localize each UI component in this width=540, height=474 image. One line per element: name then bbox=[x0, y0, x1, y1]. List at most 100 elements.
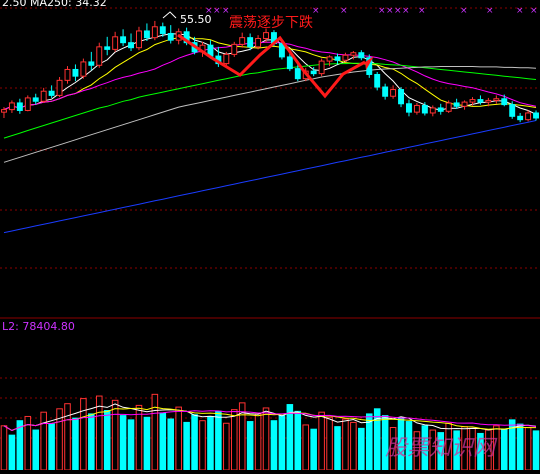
volume-bar bbox=[350, 421, 357, 471]
signal-marker-icon: × bbox=[312, 6, 320, 16]
volume-bar bbox=[294, 410, 302, 471]
volume-bar bbox=[32, 429, 40, 471]
candle-body bbox=[247, 37, 254, 48]
candle-body bbox=[421, 104, 428, 114]
candle-body bbox=[390, 89, 397, 97]
candle-body bbox=[334, 56, 341, 61]
candle-body bbox=[509, 104, 516, 117]
candle-body bbox=[159, 26, 166, 34]
signal-marker-icon: × bbox=[205, 6, 213, 16]
candle-body bbox=[294, 68, 301, 80]
volume-bar bbox=[88, 413, 95, 471]
signal-marker-icon: × bbox=[530, 6, 538, 16]
candle-body bbox=[485, 99, 492, 103]
stock-chart: 2.50 MA250: 34.32 55.50 震荡逐步下跌 × × × × × × × × ×… bbox=[0, 0, 540, 471]
candle-body bbox=[24, 97, 31, 111]
signal-marker-icon: × bbox=[402, 6, 410, 16]
candle-body bbox=[231, 43, 238, 55]
candle-body bbox=[453, 102, 460, 107]
candle bbox=[398, 87, 404, 108]
candle bbox=[231, 41, 238, 57]
volume-bar bbox=[183, 421, 190, 471]
volume-bar bbox=[246, 421, 254, 471]
candle-body bbox=[477, 99, 484, 103]
volume-bar bbox=[191, 414, 198, 471]
volume-bar bbox=[80, 398, 87, 471]
candle-body bbox=[413, 104, 420, 113]
signal-marker-icon: × bbox=[486, 6, 494, 16]
candle-body bbox=[88, 61, 95, 66]
candle-body bbox=[445, 102, 452, 112]
signal-marker-icon: × bbox=[460, 6, 468, 16]
candle-body bbox=[517, 115, 524, 121]
volume-bar bbox=[135, 404, 143, 471]
volume-bar bbox=[223, 422, 230, 471]
candle-body bbox=[382, 86, 389, 97]
candle-body bbox=[40, 90, 47, 102]
signal-marker-icon: × bbox=[386, 6, 394, 16]
volume-bar bbox=[254, 413, 262, 471]
candle-body bbox=[525, 112, 532, 121]
signal-marker-icon: × bbox=[222, 6, 230, 16]
candle-body bbox=[429, 107, 436, 114]
volume-bar bbox=[262, 407, 270, 471]
volume-bar bbox=[516, 423, 524, 471]
volume-bar bbox=[532, 430, 540, 471]
volume-bar bbox=[302, 424, 310, 471]
candle-body bbox=[493, 98, 500, 101]
candle-body bbox=[263, 32, 269, 39]
candle-body bbox=[358, 52, 365, 59]
candle-body bbox=[56, 79, 63, 96]
candle-body bbox=[151, 26, 158, 39]
candle-body bbox=[469, 99, 476, 103]
volume-bar bbox=[278, 415, 286, 471]
candle-body bbox=[80, 61, 87, 77]
candle-body bbox=[96, 46, 103, 66]
candle-body bbox=[533, 112, 539, 119]
candle-body bbox=[239, 37, 246, 45]
volume-bar bbox=[167, 418, 175, 471]
candle-body bbox=[128, 42, 134, 49]
candle-body bbox=[501, 98, 508, 106]
candle-body bbox=[8, 102, 15, 111]
volume-bar bbox=[40, 411, 47, 471]
candle bbox=[96, 42, 103, 68]
candle-body bbox=[104, 46, 111, 50]
candle-body bbox=[406, 103, 412, 113]
volume-bar bbox=[151, 393, 159, 471]
candle bbox=[80, 58, 87, 79]
volume-bar bbox=[342, 418, 349, 471]
signal-marker-icon: × bbox=[213, 6, 221, 16]
candle bbox=[318, 58, 325, 77]
volume-bar bbox=[207, 415, 214, 471]
volume-bar bbox=[175, 406, 182, 471]
candle-body bbox=[32, 97, 39, 102]
candle-body bbox=[167, 32, 174, 41]
candle-body bbox=[143, 30, 150, 39]
volume-bar bbox=[230, 409, 238, 471]
volume-bar bbox=[358, 427, 365, 471]
candle-body bbox=[48, 90, 55, 96]
ma250-label: MA250: 34.32 bbox=[30, 0, 107, 9]
candle-body bbox=[136, 30, 142, 49]
volume-bar bbox=[215, 410, 222, 471]
candle-body bbox=[255, 37, 262, 48]
candle-body bbox=[64, 68, 71, 81]
volume-bar bbox=[103, 410, 111, 471]
signal-marker-icon: × bbox=[516, 6, 524, 16]
candle-body bbox=[72, 68, 79, 77]
signal-marker-icon: × bbox=[378, 6, 386, 16]
candle-body bbox=[16, 102, 23, 111]
volume-bar bbox=[64, 403, 71, 471]
volume-bar bbox=[143, 416, 151, 471]
volume-bar bbox=[310, 428, 317, 471]
volume-bar bbox=[334, 426, 341, 471]
candle-body bbox=[1, 109, 7, 113]
candle-body bbox=[120, 36, 127, 44]
volume-bar bbox=[127, 419, 135, 471]
volume-bar bbox=[326, 416, 333, 471]
volume-bar bbox=[199, 420, 206, 471]
volume-bar bbox=[0, 425, 8, 471]
candle-body bbox=[326, 56, 333, 62]
candle-body bbox=[318, 60, 325, 75]
